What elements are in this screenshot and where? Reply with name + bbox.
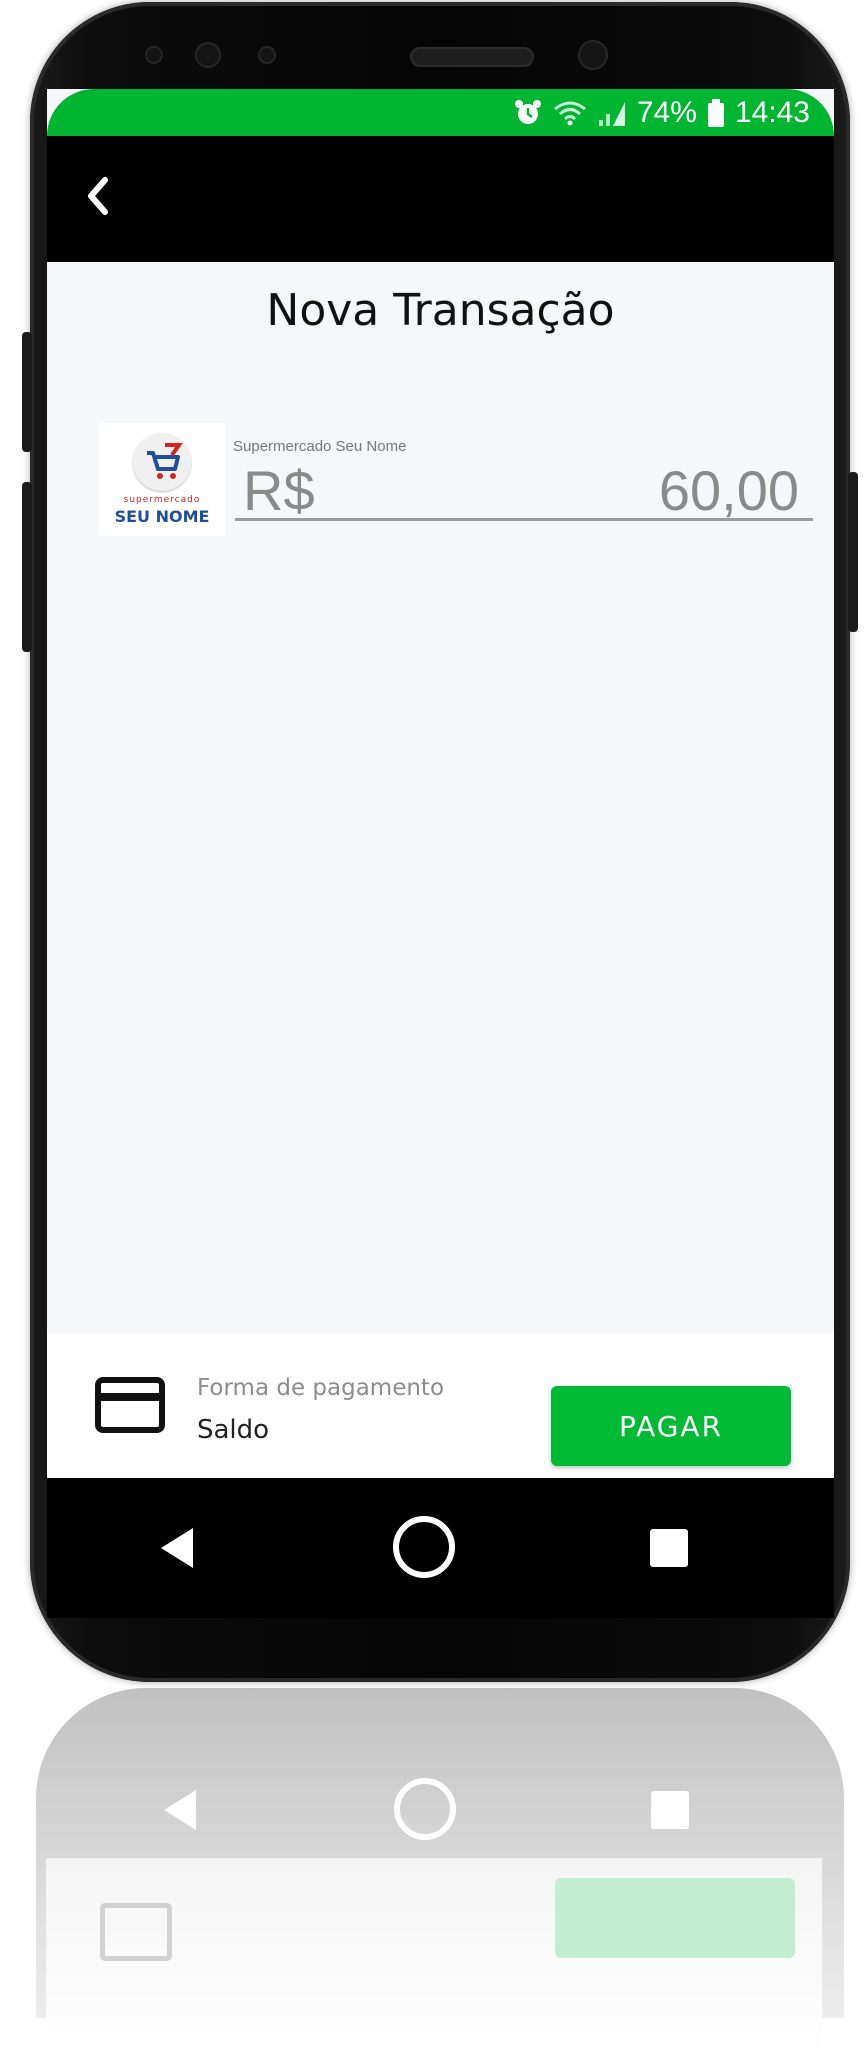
reflection-pay-button — [555, 1878, 795, 1958]
battery-icon — [707, 99, 724, 127]
nav-recents-button[interactable] — [637, 1516, 701, 1580]
cart-logo-badge — [133, 433, 191, 491]
circle-home-icon — [393, 1516, 455, 1578]
merchant-logo: supermercado SEU NOME — [99, 423, 225, 536]
triangle-back-icon — [161, 1528, 193, 1568]
credit-card-icon — [95, 1377, 165, 1433]
status-time: 14:43 — [734, 96, 810, 129]
reflection-screen — [46, 1858, 822, 2048]
volume-button — [22, 332, 32, 452]
front-camera — [578, 40, 608, 70]
reflection-home-icon — [394, 1778, 456, 1840]
app-screen: 74% 14:43 Nova Transação supermercado SE… — [47, 89, 834, 1501]
battery-percent: 74% — [636, 96, 697, 129]
phone-reflection — [30, 1688, 850, 2048]
wifi-icon — [553, 101, 586, 126]
system-nav-bar — [47, 1478, 834, 1618]
app-bar — [47, 136, 834, 262]
bixby-button — [22, 482, 32, 652]
payment-method-label: Forma de pagamento — [197, 1375, 445, 1401]
reflection-card-icon — [100, 1903, 172, 1961]
logo-subtitle: supermercado — [123, 495, 201, 505]
reflection-back-icon — [164, 1790, 196, 1830]
back-button[interactable] — [69, 166, 129, 226]
pay-button[interactable]: PAGAR — [551, 1386, 791, 1466]
nav-home-button[interactable] — [389, 1512, 459, 1582]
currency-symbol: R$ — [243, 459, 315, 522]
amount-value[interactable]: 60,00 — [659, 458, 799, 523]
signal-icon — [598, 102, 625, 126]
merchant-name: Supermercado Seu Nome — [233, 438, 407, 455]
payment-method-selector[interactable] — [95, 1377, 165, 1437]
alarm-icon — [514, 100, 541, 124]
payment-panel: Forma de pagamento Saldo PAGAR — [47, 1333, 834, 1481]
logo-name: SEU NOME — [114, 507, 210, 526]
chevron-left-icon — [88, 177, 108, 215]
reflection-recents-icon — [651, 1791, 689, 1829]
power-button — [848, 472, 858, 632]
payment-method-value[interactable]: Saldo — [197, 1415, 269, 1445]
reflection-body — [36, 1688, 844, 2018]
page-title: Nova Transação — [266, 285, 615, 336]
nav-back-button[interactable] — [147, 1516, 211, 1580]
iris-sensor — [195, 42, 221, 68]
square-recents-icon — [650, 1529, 688, 1567]
status-bar: 74% 14:43 — [47, 89, 834, 136]
light-sensor — [258, 46, 276, 64]
amount-input[interactable]: R$ 60,00 — [235, 456, 813, 523]
earpiece-speaker — [410, 47, 534, 67]
shopping-cart-icon — [147, 443, 183, 479]
proximity-sensor — [145, 46, 163, 64]
